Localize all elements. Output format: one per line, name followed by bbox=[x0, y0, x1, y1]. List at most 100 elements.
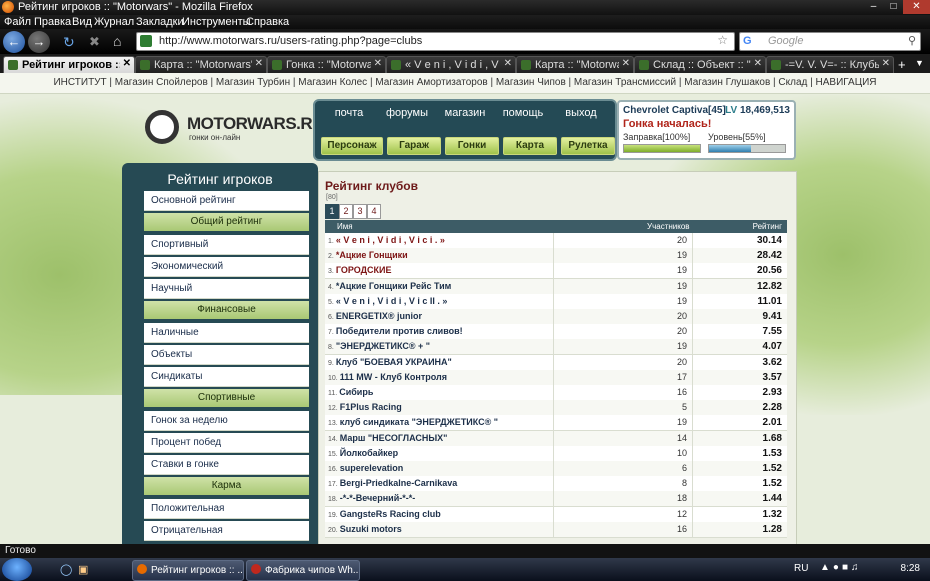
club-name-link[interactable]: 111 MW - Клуб Контроля bbox=[340, 372, 447, 382]
sidebar-item[interactable]: Гонок за неделю bbox=[144, 411, 309, 431]
menu-exit[interactable]: выход bbox=[555, 107, 607, 119]
reload-icon[interactable]: ↻ bbox=[63, 34, 75, 51]
page-4-button[interactable]: 4 bbox=[367, 204, 381, 219]
sidebar-item[interactable]: Процент побед bbox=[144, 433, 309, 453]
sidebar-item[interactable]: Наличные bbox=[144, 323, 309, 343]
tab-2[interactable]: Карта :: "Motorwars" ✕ bbox=[135, 56, 267, 73]
taskbar-chips-button[interactable]: Фабрика чипов Wh... bbox=[246, 560, 360, 581]
tab-close-icon[interactable]: ✕ bbox=[123, 58, 131, 69]
races-button[interactable]: Гонки bbox=[445, 137, 499, 155]
tab-list-icon[interactable]: ▼ bbox=[915, 58, 924, 68]
tab-close-icon[interactable]: ✕ bbox=[255, 58, 263, 69]
club-name-link[interactable]: Клуб "БОЕВАЯ УКРАИНА" bbox=[336, 357, 452, 367]
garage-button[interactable]: Гараж bbox=[387, 137, 441, 155]
language-indicator[interactable]: RU bbox=[794, 563, 808, 574]
tab-1[interactable]: Рейтинг игроков :: ...✕ bbox=[3, 56, 135, 73]
page-3-button[interactable]: 3 bbox=[353, 204, 367, 219]
page-1-button[interactable]: 1 bbox=[325, 204, 339, 219]
ie-icon[interactable]: ◯ bbox=[60, 563, 72, 576]
taskbar-firefox-button[interactable]: Рейтинг игроков :: ... bbox=[132, 560, 244, 581]
tab-close-icon[interactable]: ✕ bbox=[374, 58, 382, 69]
nav-chips[interactable]: Магазин Чипов bbox=[496, 77, 566, 88]
tray-icons[interactable]: ▲●■♫ bbox=[820, 562, 861, 573]
menu-view[interactable]: Вид bbox=[72, 16, 92, 28]
nav-spoilers[interactable]: Магазин Спойлеров bbox=[115, 77, 208, 88]
menu-file[interactable]: Файл bbox=[4, 16, 31, 28]
sidebar-item[interactable]: Синдикаты bbox=[144, 367, 309, 387]
tab-close-icon[interactable]: ✕ bbox=[882, 58, 890, 69]
club-name-link[interactable]: « V e n i , V i d i , V i c II . » bbox=[336, 296, 448, 306]
menu-help-site[interactable]: помощь bbox=[497, 107, 549, 119]
club-name-link[interactable]: Bergi-Priedkalne-Carnikava bbox=[340, 478, 458, 488]
nav-institute[interactable]: ИНСТИТУТ bbox=[53, 77, 106, 88]
search-box[interactable]: G Google ⚲ bbox=[739, 32, 921, 51]
back-icon[interactable]: ← bbox=[3, 31, 25, 53]
site-logo[interactable]: MOTORWARS.RU гонки он-лайн bbox=[145, 108, 324, 150]
menu-shop[interactable]: магазин bbox=[439, 107, 491, 119]
page-2-button[interactable]: 2 bbox=[339, 204, 353, 219]
tab-3[interactable]: Гонка :: "Motorwars"✕ bbox=[267, 56, 386, 73]
show-desktop-icon[interactable]: ▣ bbox=[78, 563, 88, 576]
home-icon[interactable]: ⌂ bbox=[113, 33, 121, 49]
club-name-link[interactable]: "ЭНЕРДЖЕТИКС® + " bbox=[336, 341, 430, 351]
sidebar-item[interactable]: Ставки в гонке bbox=[144, 455, 309, 475]
nav-turbines[interactable]: Магазин Турбин bbox=[216, 77, 290, 88]
club-name-link[interactable]: Йолкобайкер bbox=[340, 448, 398, 458]
menu-bookmarks[interactable]: Закладки bbox=[136, 16, 184, 28]
club-name-link[interactable]: Suzuki motors bbox=[340, 524, 402, 534]
nav-navigation[interactable]: НАВИГАЦИЯ bbox=[816, 77, 877, 88]
close-window-button[interactable]: ✕ bbox=[903, 0, 930, 14]
nav-warehouse[interactable]: Склад bbox=[778, 77, 807, 88]
club-name-link[interactable]: ENERGETIX® junior bbox=[336, 311, 422, 321]
nav-shocks[interactable]: Магазин Амортизаторов bbox=[375, 77, 487, 88]
club-name-link[interactable]: GangsteRs Racing club bbox=[340, 509, 441, 519]
tab-5[interactable]: Карта :: "Motorwars"✕ bbox=[516, 56, 634, 73]
tab-4[interactable]: « V e n i , V i d i , V i c ...✕ bbox=[386, 56, 516, 73]
sidebar-item[interactable]: Основной рейтинг bbox=[144, 191, 309, 211]
menu-mail[interactable]: почта bbox=[323, 107, 375, 119]
roulette-button[interactable]: Рулетка bbox=[561, 137, 615, 155]
nav-wheels[interactable]: Магазин Колес bbox=[298, 77, 367, 88]
tab-close-icon[interactable]: ✕ bbox=[754, 58, 762, 69]
menu-tools[interactable]: Инструменты bbox=[182, 16, 251, 28]
bookmark-star-icon[interactable]: ☆ bbox=[717, 33, 728, 47]
sidebar-item[interactable]: Положительная bbox=[144, 499, 309, 519]
menu-forums[interactable]: форумы bbox=[381, 107, 433, 119]
url-bar[interactable]: http://www.motorwars.ru/users-rating.php… bbox=[136, 32, 735, 51]
column-members[interactable]: Участников bbox=[647, 222, 690, 231]
start-button[interactable] bbox=[2, 558, 32, 581]
tab-7[interactable]: -=V. V. V=- :: Клубы :: ...✕ bbox=[766, 56, 894, 73]
tab-close-icon[interactable]: ✕ bbox=[622, 58, 630, 69]
club-name-link[interactable]: Сибирь bbox=[339, 387, 373, 397]
nav-mufflers[interactable]: Магазин Глушаков bbox=[684, 77, 770, 88]
car-name[interactable]: Chevrolet Captiva[45] bbox=[623, 105, 726, 116]
club-name-link[interactable]: superelevation bbox=[340, 463, 404, 473]
sidebar-item[interactable]: Спортивный bbox=[144, 235, 309, 255]
club-name-link[interactable]: клуб синдиката "ЭНЕРДЖЕТИКС® " bbox=[340, 417, 498, 427]
club-name-link[interactable]: Марш "НЕСОГЛАСНЫХ" bbox=[340, 433, 448, 443]
search-icon[interactable]: ⚲ bbox=[908, 34, 916, 47]
sidebar-item[interactable]: Объекты bbox=[144, 345, 309, 365]
clock[interactable]: 8:28 bbox=[901, 563, 920, 574]
club-name-link[interactable]: Победители против сливов! bbox=[336, 326, 463, 336]
new-tab-button[interactable]: + bbox=[898, 57, 906, 72]
club-name-link[interactable]: *Ацкие Гонщики Рейс Тим bbox=[336, 281, 452, 291]
column-name[interactable]: Имя bbox=[337, 222, 353, 231]
character-button[interactable]: Персонаж bbox=[321, 137, 383, 155]
club-name-link[interactable]: -*-*-Вечерний-*-*- bbox=[340, 493, 416, 503]
column-rating[interactable]: Рейтинг bbox=[753, 222, 782, 231]
stop-icon[interactable]: ✖ bbox=[89, 34, 100, 50]
club-name-link[interactable]: « V e n i , V i d i , V i c i . » bbox=[336, 235, 445, 245]
club-name-link[interactable]: ГОРОДСКИЕ bbox=[336, 265, 392, 275]
race-status[interactable]: Гонка началась! bbox=[623, 118, 711, 130]
sidebar-item[interactable]: Отрицательная bbox=[144, 521, 309, 541]
nav-transmissions[interactable]: Магазин Трансмиссий bbox=[574, 77, 676, 88]
sidebar-item[interactable]: Научный bbox=[144, 279, 309, 299]
forward-icon[interactable]: → bbox=[28, 31, 50, 53]
tab-close-icon[interactable]: ✕ bbox=[504, 58, 512, 69]
menu-help[interactable]: Справка bbox=[246, 16, 289, 28]
sidebar-item[interactable]: Экономический bbox=[144, 257, 309, 277]
map-button[interactable]: Карта bbox=[503, 137, 557, 155]
club-name-link[interactable]: *Ацкие Гонщики bbox=[336, 250, 408, 260]
club-name-link[interactable]: F1Plus Racing bbox=[340, 402, 402, 412]
